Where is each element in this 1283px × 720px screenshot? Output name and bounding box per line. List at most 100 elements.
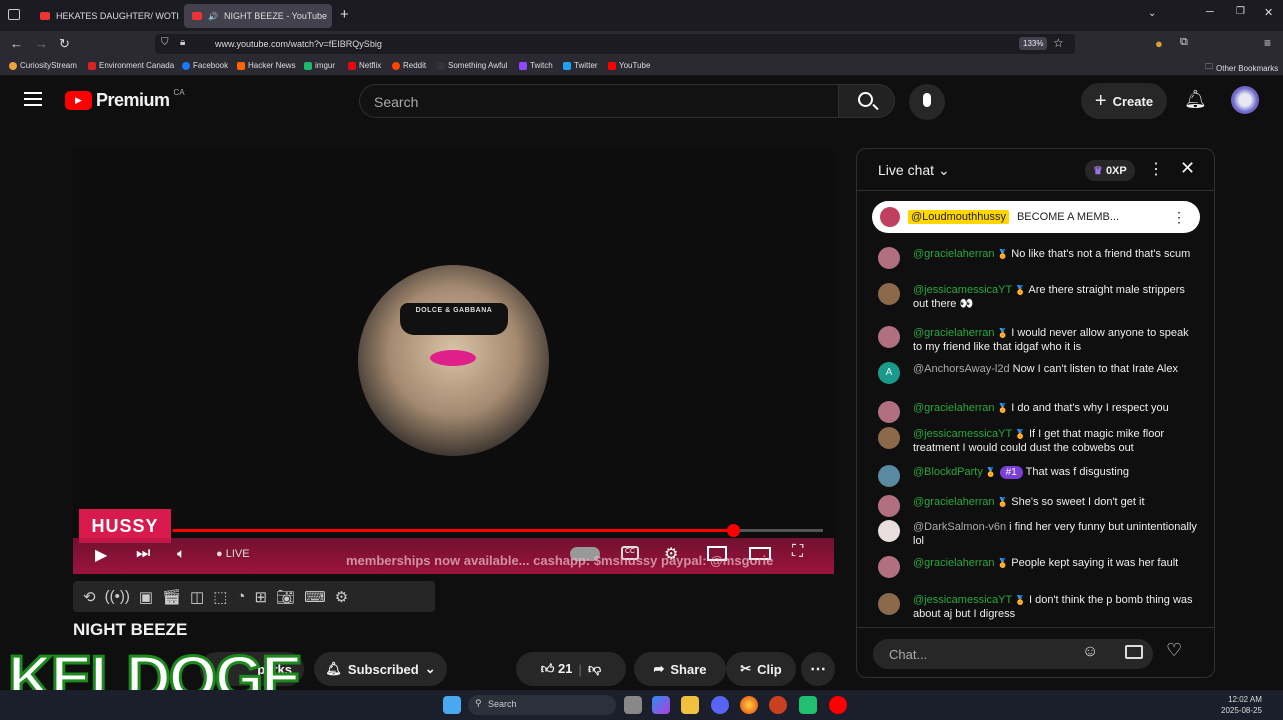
video-title: NIGHT BEEZE bbox=[73, 620, 188, 639]
search-input[interactable]: Search bbox=[359, 84, 839, 118]
search-icon: ⚲ bbox=[475, 698, 482, 708]
fullscreen-icon[interactable]: ⛶ bbox=[792, 543, 803, 561]
bookmark-star-icon[interactable]: ☆ bbox=[1053, 36, 1064, 50]
discord-icon[interactable] bbox=[711, 696, 729, 714]
broadcast-icon[interactable]: ((•)) bbox=[105, 588, 130, 605]
youtube-icon[interactable] bbox=[829, 696, 847, 714]
extensions-puzzle-icon[interactable]: ⧉ bbox=[1180, 36, 1188, 49]
terminal-icon[interactable] bbox=[799, 696, 817, 714]
create-button[interactable]: + Create bbox=[1081, 83, 1167, 119]
rank-badge: #1 bbox=[999, 466, 1023, 479]
points-badge[interactable]: ♛ 0XP bbox=[1085, 160, 1135, 181]
crop-icon[interactable]: ⬚ bbox=[213, 588, 227, 606]
tab-hekates[interactable]: HEKATES DAUGHTER/ WOTI & | ✕ bbox=[32, 4, 180, 28]
new-tab-button[interactable]: + bbox=[340, 6, 349, 23]
pinned-message[interactable]: @Loudmouthhussy BECOME A MEMB... ⋮ bbox=[872, 201, 1200, 233]
file-explorer-icon[interactable] bbox=[681, 696, 699, 714]
bookmark-facebook[interactable]: Facebook bbox=[182, 61, 228, 70]
other-bookmarks[interactable]: 🗀 Other Bookmarks bbox=[1205, 61, 1278, 75]
zoom-badge[interactable]: 133% bbox=[1019, 37, 1048, 50]
avatar bbox=[878, 520, 900, 542]
tab-night-beeze[interactable]: 🔊 NIGHT BEEZE - YouTube ✕ bbox=[184, 4, 332, 28]
clapperboard-icon[interactable]: 🎬︎ bbox=[162, 588, 181, 606]
scrubber-handle[interactable] bbox=[727, 524, 740, 537]
chevron-down-icon: ⌄ bbox=[937, 162, 950, 178]
restore-button[interactable]: ❐ bbox=[1236, 6, 1245, 17]
play-icon[interactable]: ▶ bbox=[95, 545, 107, 565]
bookmark-curiositystream[interactable]: CuriosityStream bbox=[9, 61, 77, 70]
video-player[interactable]: DOLCE & GABBANA HUSSY ▶ ⏭︎ 🔈︎ ● LIVE CC … bbox=[73, 148, 834, 574]
volume-icon[interactable]: 🔈︎ bbox=[177, 545, 185, 562]
super-chat-icon[interactable] bbox=[1125, 645, 1143, 659]
camera-icon[interactable]: 📷︎ bbox=[276, 588, 295, 606]
hamburger-menu-icon[interactable] bbox=[24, 92, 42, 106]
bookmark-netflix[interactable]: Netflix bbox=[348, 61, 381, 70]
chat-input[interactable]: Chat... bbox=[873, 639, 1153, 669]
speed-gauge-icon[interactable]: ◔ bbox=[236, 588, 245, 605]
tab-list-icon[interactable] bbox=[8, 9, 20, 20]
bookmark-something-awful[interactable]: Something Awful bbox=[437, 61, 507, 70]
bell-icon: 🔔︎ bbox=[325, 661, 342, 676]
live-indicator[interactable]: ● LIVE bbox=[216, 548, 250, 560]
bookmark-hacker-news[interactable]: Hacker News bbox=[237, 61, 296, 70]
lock-icon[interactable]: 🔒︎ bbox=[180, 37, 185, 48]
firefox-icon[interactable] bbox=[740, 696, 758, 714]
more-options-icon[interactable]: ⋮ bbox=[1172, 209, 1186, 226]
address-bar[interactable]: ⛉ 🔒︎ www.youtube.com/watch?v=fEIBRQySbig… bbox=[155, 34, 1075, 54]
menu-icon[interactable]: ≡ bbox=[1264, 36, 1271, 50]
close-window-button[interactable]: ✕ bbox=[1264, 6, 1273, 19]
taskbar-clock[interactable]: 12:02 AM 2025-08-25 bbox=[1221, 694, 1262, 716]
bookmark-youtube[interactable]: YouTube bbox=[608, 61, 650, 70]
url-text[interactable]: www.youtube.com/watch?v=fEIBRQySbig bbox=[215, 39, 382, 49]
voice-search-button[interactable] bbox=[909, 84, 945, 120]
bookmark-imgur[interactable]: imgur bbox=[304, 61, 335, 70]
progress-bar[interactable] bbox=[173, 529, 823, 532]
shield-icon[interactable]: ⛉ bbox=[161, 37, 169, 48]
more-options-icon[interactable]: ⋮ bbox=[1148, 159, 1164, 179]
chat-header: Live chat ⌄ ♛ 0XP ⋮ ✕ bbox=[857, 149, 1214, 191]
windows-start-icon[interactable] bbox=[443, 696, 461, 714]
minimize-button[interactable]: ─ bbox=[1206, 6, 1214, 18]
settings-gear-icon[interactable]: ⚙ bbox=[335, 588, 348, 606]
taskbar-search[interactable]: ⚲ Search bbox=[468, 695, 616, 715]
notifications-bell-icon[interactable]: 🔔︎ bbox=[1184, 89, 1207, 110]
bookmark-twitter[interactable]: Twitter bbox=[563, 61, 598, 70]
tab-overflow-chevron-icon[interactable]: ⌄ bbox=[1148, 8, 1156, 19]
like-button[interactable]: 👍︎ 21 bbox=[541, 661, 573, 677]
picture-in-picture-icon[interactable]: ◫ bbox=[190, 588, 204, 606]
bookmark-environment-canada[interactable]: Environment Canada bbox=[88, 61, 174, 70]
youtube-logo[interactable]: ▶ Premium CA bbox=[65, 88, 185, 111]
extension-icon[interactable]: ● bbox=[1155, 36, 1163, 51]
view-icon[interactable]: ▣ bbox=[139, 588, 153, 606]
avatar bbox=[878, 427, 900, 449]
forward-icon[interactable]: → bbox=[35, 36, 48, 51]
next-icon[interactable]: ⏭︎ bbox=[136, 545, 150, 563]
bookmark-twitch[interactable]: Twitch bbox=[519, 61, 553, 70]
avatar bbox=[878, 247, 900, 269]
youtube-play-logo-icon: ▶ bbox=[65, 91, 92, 110]
avatar bbox=[878, 495, 900, 517]
app-icon[interactable] bbox=[769, 696, 787, 714]
more-actions-button[interactable]: ⋯ bbox=[801, 652, 835, 686]
back-icon[interactable]: ← bbox=[10, 36, 23, 51]
loop-icon[interactable]: ⟲ bbox=[83, 588, 96, 606]
heart-icon[interactable]: ♡ bbox=[1166, 640, 1182, 661]
search-icon bbox=[858, 92, 873, 107]
bookmark-reddit[interactable]: Reddit bbox=[392, 61, 426, 70]
close-icon[interactable]: ✕ bbox=[1180, 158, 1195, 179]
add-icon[interactable]: ⊞ bbox=[254, 588, 267, 606]
keyboard-icon[interactable]: ⌨ bbox=[304, 588, 326, 606]
emoji-icon[interactable]: ☺ bbox=[1082, 643, 1098, 661]
subscribed-button[interactable]: 🔔︎ Subscribed ⌄ bbox=[314, 652, 447, 686]
account-avatar[interactable] bbox=[1231, 86, 1259, 114]
speaker-icon[interactable]: 🔊 bbox=[208, 12, 218, 21]
share-button[interactable]: ➦ Share bbox=[634, 652, 726, 686]
copilot-icon[interactable] bbox=[652, 696, 670, 714]
clip-button[interactable]: ✂ Clip bbox=[726, 652, 796, 686]
dislike-icon[interactable]: 👎︎ bbox=[588, 661, 601, 677]
reload-icon[interactable]: ↻ bbox=[59, 36, 70, 52]
search-button[interactable] bbox=[838, 84, 895, 118]
avatar: A bbox=[878, 362, 900, 384]
live-chat-dropdown[interactable]: Live chat ⌄ bbox=[878, 162, 950, 179]
task-view-icon[interactable] bbox=[624, 696, 642, 714]
